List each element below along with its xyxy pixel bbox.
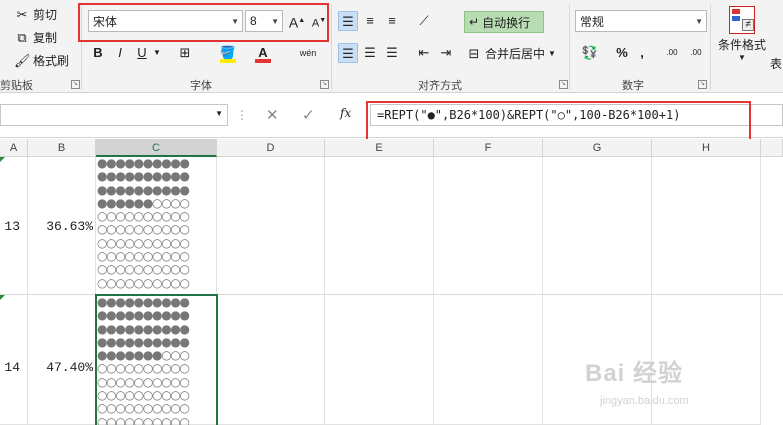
chevron-down-icon: ▼ xyxy=(738,53,746,62)
orientation-button[interactable]: ⟋ xyxy=(414,11,434,31)
merge-icon: ⊟ xyxy=(468,45,480,61)
alignment-group-label: 对齐方式 xyxy=(418,80,462,92)
name-box[interactable]: ▼ xyxy=(0,104,228,126)
chevron-down-icon: ▼ xyxy=(695,17,703,26)
cell-b-row1[interactable]: 36.63% xyxy=(30,219,93,234)
column-b[interactable] xyxy=(28,157,96,425)
format-painter-button[interactable]: 🖌 格式刷 xyxy=(14,52,69,69)
column-a[interactable] xyxy=(0,157,28,425)
align-top-button[interactable]: ☰ xyxy=(338,11,358,31)
font-color-swatch xyxy=(255,59,271,63)
column-header-g[interactable]: G xyxy=(543,139,652,157)
align-middle-icon: ≡ xyxy=(366,13,374,28)
copy-button[interactable]: ⧉ 复制 xyxy=(14,29,57,46)
column-header-f[interactable]: F xyxy=(434,139,543,157)
align-center-button[interactable]: ☰ xyxy=(360,43,380,63)
formula-highlight-box xyxy=(366,101,751,142)
column-e[interactable] xyxy=(325,157,434,425)
number-group-label: 数字 xyxy=(622,80,644,92)
align-bottom-icon: ≡ xyxy=(388,13,396,28)
selected-cell-border xyxy=(95,294,218,425)
wrap-text-button[interactable]: ↵ 自动换行 xyxy=(464,11,544,33)
insert-function-icon[interactable]: fx xyxy=(340,106,351,120)
align-left-button[interactable]: ☰ xyxy=(338,43,358,63)
divider xyxy=(331,4,332,90)
comma-button[interactable]: , xyxy=(632,43,652,63)
error-indicator xyxy=(0,157,5,162)
align-top-icon: ☰ xyxy=(342,14,354,29)
column-header-c[interactable]: C xyxy=(96,139,217,157)
number-format-combo[interactable]: 常规 ▼ xyxy=(575,10,707,32)
clipboard-launcher-icon[interactable]: ↘ xyxy=(71,80,80,89)
align-right-button[interactable]: ☰ xyxy=(382,43,402,63)
column-header-e[interactable]: E xyxy=(325,139,434,157)
divider xyxy=(710,4,711,90)
error-indicator xyxy=(0,295,5,300)
divider xyxy=(569,4,570,90)
decrease-decimal-button[interactable]: .00 xyxy=(686,43,706,63)
align-middle-button[interactable]: ≡ xyxy=(360,11,380,31)
font-color-button[interactable]: A xyxy=(253,43,273,63)
alignment-launcher-icon[interactable]: ↘ xyxy=(559,80,568,89)
indent-icon: ⇥ xyxy=(440,45,452,60)
fill-color-button[interactable]: 🪣 xyxy=(218,43,238,63)
column-d[interactable] xyxy=(217,157,325,425)
column-header-d[interactable]: D xyxy=(217,139,325,157)
chevron-down-icon[interactable]: ▼ xyxy=(153,48,161,57)
column-f[interactable] xyxy=(434,157,543,425)
watermark: Bai 经验 xyxy=(585,360,684,387)
align-left-icon: ☰ xyxy=(342,46,354,61)
chevron-down-icon: ▼ xyxy=(548,49,556,58)
fill-color-swatch xyxy=(220,59,236,63)
bold-button[interactable]: B xyxy=(88,43,108,63)
scissors-icon: ✂ xyxy=(16,6,28,22)
font-group-label: 字体 xyxy=(190,80,212,92)
watermark-url: jingyan.baidu.com xyxy=(600,395,689,407)
increase-indent-button[interactable]: ⇥ xyxy=(436,43,456,63)
cell-a-row1[interactable]: 13 xyxy=(0,219,20,234)
percent-button[interactable]: % xyxy=(612,43,632,63)
phonetic-button[interactable]: wén xyxy=(298,43,318,63)
increase-decimal-button[interactable]: .00 xyxy=(662,43,682,63)
formula-bar: ▼ ⋮ ✕ ✓ fx =REPT("●",B26*100)&REPT("○",1… xyxy=(0,94,783,142)
cell-b-row2[interactable]: 47.40% xyxy=(30,360,93,375)
borders-button[interactable]: ⊞ xyxy=(175,43,195,63)
conditional-format-icon: ≠ xyxy=(729,6,755,34)
column-header-h[interactable]: H xyxy=(652,139,761,157)
copy-icon: ⧉ xyxy=(17,29,27,45)
cell-a-row2[interactable]: 14 xyxy=(0,360,20,375)
conditional-format-button[interactable]: ≠ 条件格式 ▼ xyxy=(718,4,766,69)
decrease-indent-button[interactable]: ⇤ xyxy=(414,43,434,63)
column-header-b[interactable]: B xyxy=(28,139,96,157)
currency-icon: 💱 xyxy=(581,45,599,60)
cell-c-row1[interactable]: ●●●●●●●●●● ●●●●●●●●●● ●●●●●●●●●● ●●●●●●○… xyxy=(97,156,217,290)
cut-button[interactable]: ✂ 剪切 xyxy=(14,6,57,23)
table-format-label[interactable]: 表 xyxy=(770,55,782,72)
wrap-icon: ↵ xyxy=(469,15,480,29)
paint-bucket-icon: 🪣 xyxy=(219,45,237,60)
font-highlight-box xyxy=(78,3,329,42)
orientation-icon: ⟋ xyxy=(419,13,429,28)
outdent-icon: ⇤ xyxy=(418,45,430,60)
accounting-format-button[interactable]: 💱 xyxy=(580,43,600,63)
column-header-next[interactable] xyxy=(761,139,783,157)
underline-button[interactable]: U xyxy=(132,43,152,63)
ribbon: ✂ 剪切 ⧉ 复制 🖌 格式刷 剪贴板 ↘ 宋体 ▼ 8 ▼ A▲ A▼ B I… xyxy=(0,0,783,93)
column-header-a[interactable]: A xyxy=(0,139,28,157)
border-grid-icon: ⊞ xyxy=(179,45,191,60)
align-center-icon: ☰ xyxy=(364,45,376,60)
brush-icon: 🖌 xyxy=(14,52,31,68)
drag-handle-icon[interactable]: ⋮ xyxy=(236,108,248,122)
clipboard-group-label: 剪贴板 xyxy=(0,80,33,92)
font-launcher-icon[interactable]: ↘ xyxy=(320,80,329,89)
chevron-down-icon: ▼ xyxy=(215,109,223,118)
enter-icon[interactable]: ✓ xyxy=(302,106,315,124)
align-right-icon: ☰ xyxy=(386,45,398,60)
number-launcher-icon[interactable]: ↘ xyxy=(698,80,707,89)
italic-button[interactable]: I xyxy=(110,43,130,63)
merge-center-button[interactable]: ⊟ 合并后居中 ▼ xyxy=(466,45,556,62)
align-bottom-button[interactable]: ≡ xyxy=(382,11,402,31)
cancel-icon[interactable]: ✕ xyxy=(266,106,279,124)
